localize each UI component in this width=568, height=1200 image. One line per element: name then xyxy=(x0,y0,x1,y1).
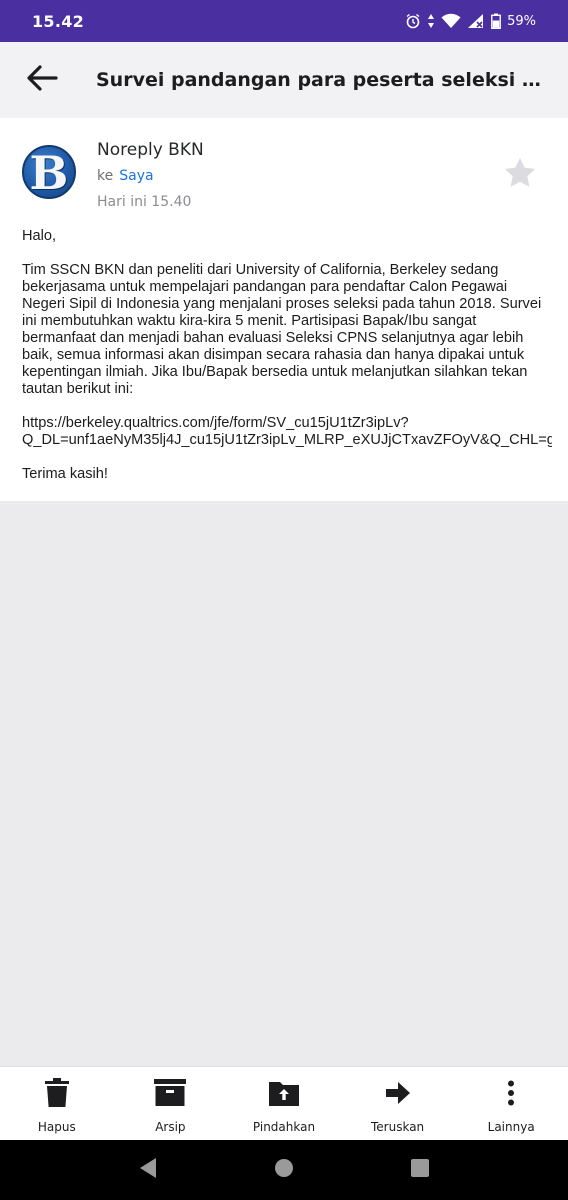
status-bar: 15.42 59% xyxy=(0,0,568,42)
battery-percentage: 59% xyxy=(507,13,536,29)
trash-icon xyxy=(44,1078,70,1108)
more-vertical-icon xyxy=(507,1078,515,1108)
system-nav-bar xyxy=(0,1140,568,1200)
delete-button[interactable]: Hapus xyxy=(0,1067,114,1140)
body-line: kepentingan ilmiah. Jika Ibu/Bapak berse… xyxy=(22,364,528,380)
body-line: Tim SSCN BKN dan peneliti dari Universit… xyxy=(22,262,499,278)
email-header: Survei pandangan para peserta seleksi ca… xyxy=(0,42,568,118)
body-line: ini membutuhkan waktu kira-kira 5 menit.… xyxy=(22,313,477,329)
nav-home-button[interactable] xyxy=(264,1150,304,1190)
recipient-row: ke Saya xyxy=(97,168,154,184)
page-title: Survei pandangan para peserta seleksi ca… xyxy=(96,69,546,91)
star-button[interactable] xyxy=(502,156,538,192)
body-line: baik, semua informasi akan disimpan seca… xyxy=(22,347,525,363)
more-button[interactable]: Lainnya xyxy=(454,1067,568,1140)
email-body: Halo, Tim SSCN BKN dan peneliti dari Uni… xyxy=(22,228,552,483)
arrow-right-icon xyxy=(385,1078,410,1108)
nav-back-button[interactable] xyxy=(128,1150,168,1190)
signal-icon xyxy=(467,13,485,29)
status-time: 15.42 xyxy=(32,11,85,31)
body-line: bermanfaat dan menjadi bahan evaluasi Se… xyxy=(22,330,524,346)
delete-label: Hapus xyxy=(37,1120,76,1134)
square-recents-icon xyxy=(410,1158,430,1182)
alarm-icon xyxy=(405,13,421,29)
closing-text: Terima kasih! xyxy=(22,466,108,482)
wifi-icon xyxy=(441,13,461,29)
more-label: Lainnya xyxy=(487,1120,535,1134)
body-paragraph: Tim SSCN BKN dan peneliti dari Universit… xyxy=(22,262,552,398)
avatar[interactable]: B xyxy=(22,145,76,199)
body-line: Negeri Sipil di Indonesia yang menjalani… xyxy=(22,296,542,312)
move-button[interactable]: Pindahkan xyxy=(227,1067,341,1140)
arrow-left-icon xyxy=(26,65,58,95)
archive-button[interactable]: Arsip xyxy=(114,1067,228,1140)
recipient-prefix: ke xyxy=(97,168,114,184)
battery-icon xyxy=(491,13,501,29)
circle-home-icon xyxy=(274,1158,294,1182)
email-date: Hari ini 15.40 xyxy=(97,194,192,210)
folder-move-icon xyxy=(268,1078,299,1108)
triangle-back-icon xyxy=(138,1157,158,1183)
recipient-link[interactable]: Saya xyxy=(119,168,153,184)
body-line: bekerjasama untuk mempelajari pandangan … xyxy=(22,279,508,295)
action-toolbar: Hapus Arsip Pindahkan Teruskan Lainnya xyxy=(0,1066,568,1140)
survey-link-line[interactable]: Q_DL=unf1aeNyM35lj4J_cu15jU1tZr3ipLv_MLR… xyxy=(22,432,552,449)
avatar-letter: B xyxy=(29,146,69,199)
forward-label: Teruskan xyxy=(370,1120,425,1134)
forward-button[interactable]: Teruskan xyxy=(341,1067,455,1140)
nav-recents-button[interactable] xyxy=(400,1150,440,1190)
greeting-text: Halo, xyxy=(22,228,57,244)
star-icon xyxy=(504,157,536,191)
survey-link[interactable]: https://berkeley.qualtrics.com/jfe/form/… xyxy=(22,415,552,449)
archive-icon xyxy=(154,1078,187,1108)
survey-link-line[interactable]: https://berkeley.qualtrics.com/jfe/form/… xyxy=(22,415,552,432)
data-arrows-icon xyxy=(427,13,435,29)
status-icons: 59% xyxy=(405,13,536,29)
archive-label: Arsip xyxy=(155,1120,186,1134)
email-message: B Noreply BKN ke Saya Hari ini 15.40 Halo… xyxy=(0,118,568,501)
back-button[interactable] xyxy=(0,42,84,118)
body-line: tautan berikut ini: xyxy=(22,381,134,397)
sender-name[interactable]: Noreply BKN xyxy=(97,140,204,160)
move-label: Pindahkan xyxy=(252,1120,316,1134)
